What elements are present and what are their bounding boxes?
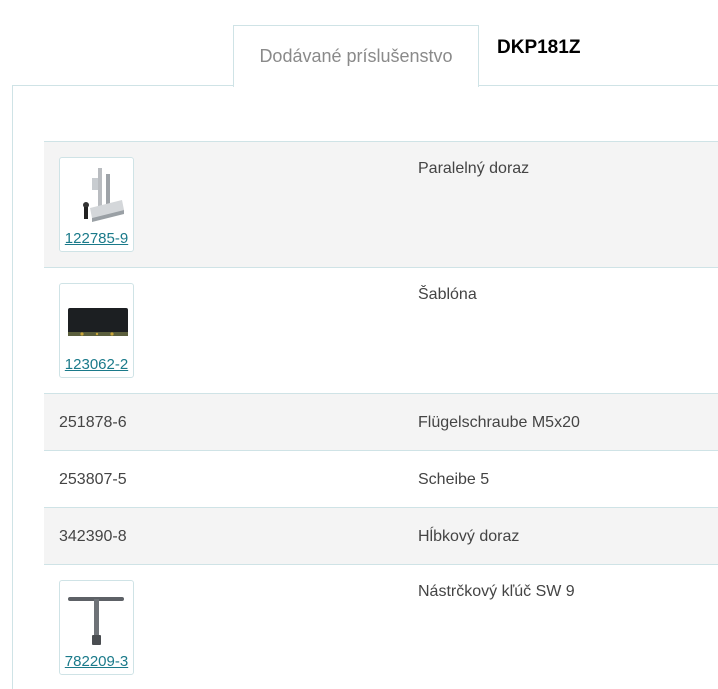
accessory-name: Flügelschraube M5x20 [418,413,580,431]
accessory-code: 251878-6 [59,413,127,431]
socket-wrench-image [67,597,124,645]
table-row: 123062-2 Šablóna [44,267,718,393]
parallel-guide-image [82,168,124,222]
accessory-name: Nástrčkový kľúč SW 9 [418,583,575,600]
accessory-name: Hĺbkový doraz [418,527,520,545]
accessory-code: 342390-8 [59,527,127,545]
accessory-thumbnail[interactable]: 123062-2 [59,283,134,378]
accessory-thumbnail[interactable]: 782209-3 [59,580,134,675]
table-row: 342390-8 Hĺbkový doraz [44,507,718,564]
accessory-thumbnail[interactable]: 122785-9 [59,157,134,252]
table-row: 251878-6 Flügelschraube M5x20 [44,393,718,450]
accessory-name: Paralelný doraz [418,160,530,177]
table-row: 782209-3 Nástrčkový kľúč SW 9 [44,564,718,689]
accessory-code: 253807-5 [59,470,127,488]
product-code: DKP181Z [497,37,581,58]
tab-label: Dodávané príslušenstvo [259,46,453,66]
accessory-code-link[interactable]: 122785-9 [65,230,128,247]
accessory-code-link[interactable]: 123062-2 [65,356,128,373]
table-row: 253807-5 Scheibe 5 [44,450,718,507]
accessory-name: Scheibe 5 [418,470,490,488]
template-image [67,308,128,336]
accessory-name: Šablóna [418,286,477,303]
accessories-table: 122785-9 Paralelný doraz 123062-2 Šablón… [44,141,718,689]
accessory-code-link[interactable]: 782209-3 [65,653,128,670]
tab-supplied-accessories[interactable]: Dodávané príslušenstvo [233,25,479,87]
table-row: 122785-9 Paralelný doraz [44,141,718,267]
